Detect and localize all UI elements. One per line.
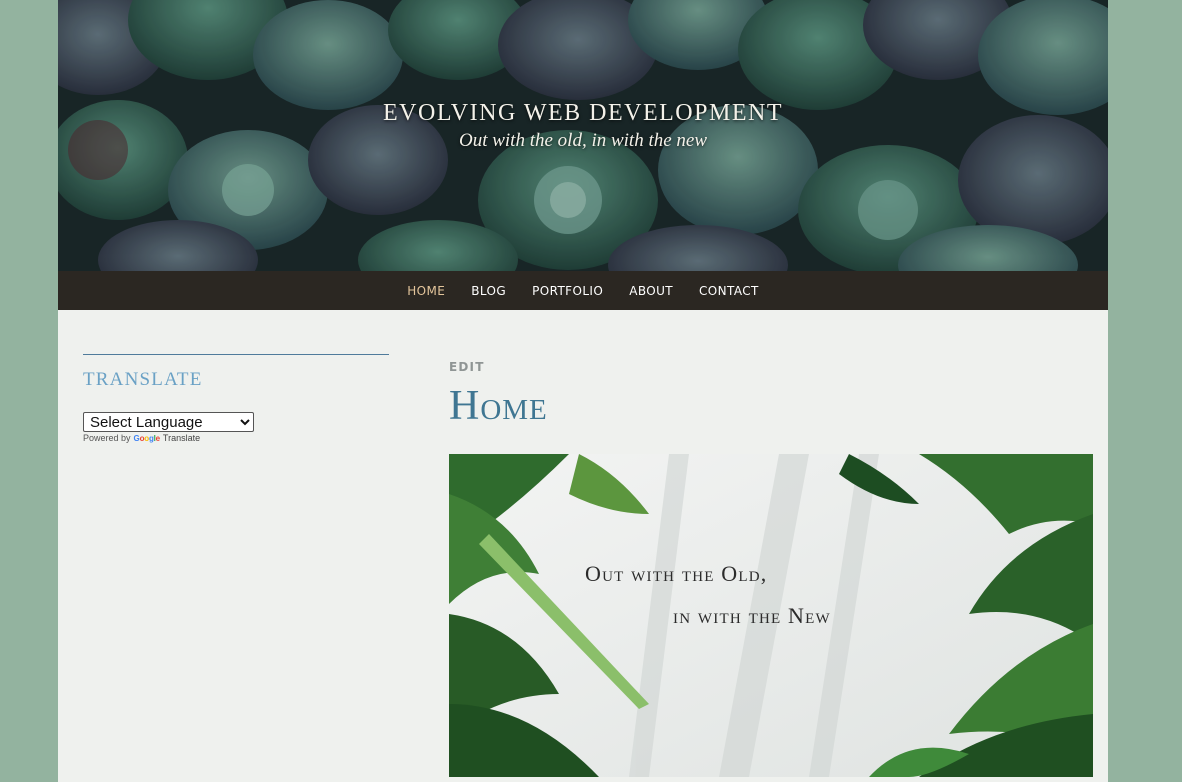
main-content: EDIT Home Out with the Old, in with the … (449, 358, 1094, 777)
sidebar: TRANSLATE Select Language Powered by Goo… (83, 354, 389, 443)
hero-text-line2: in with the New (673, 603, 831, 628)
hero-image: Out with the Old, in with the New (449, 454, 1093, 777)
widget-divider (83, 354, 389, 355)
header-banner: EVOLVING WEB DEVELOPMENT Out with the ol… (58, 0, 1108, 271)
nav-item-blog[interactable]: BLOG (458, 284, 519, 298)
edit-link[interactable]: EDIT (449, 360, 485, 374)
google-translate-link[interactable]: Translate (163, 433, 200, 443)
powered-by-google: Powered by Google Translate (83, 433, 389, 443)
nav-item-home[interactable]: HOME (394, 284, 458, 298)
nav-item-contact[interactable]: CONTACT (686, 284, 772, 298)
hero-text-line1: Out with the Old, (585, 561, 768, 586)
main-navigation: HOME BLOG PORTFOLIO ABOUT CONTACT (58, 271, 1108, 310)
site-tagline: Out with the old, in with the new (458, 130, 708, 151)
google-logo: Google (133, 433, 161, 443)
site-title[interactable]: EVOLVING WEB DEVELOPMENT (58, 100, 1108, 127)
page-container: EVOLVING WEB DEVELOPMENT Out with the ol… (58, 0, 1108, 782)
page-title: Home (449, 383, 548, 429)
language-select[interactable]: Select Language (83, 412, 254, 432)
translate-widget-title: TRANSLATE (83, 369, 203, 390)
powered-by-label: Powered by (83, 433, 131, 443)
nav-item-about[interactable]: ABOUT (616, 284, 686, 298)
nav-item-portfolio[interactable]: PORTFOLIO (519, 284, 616, 298)
